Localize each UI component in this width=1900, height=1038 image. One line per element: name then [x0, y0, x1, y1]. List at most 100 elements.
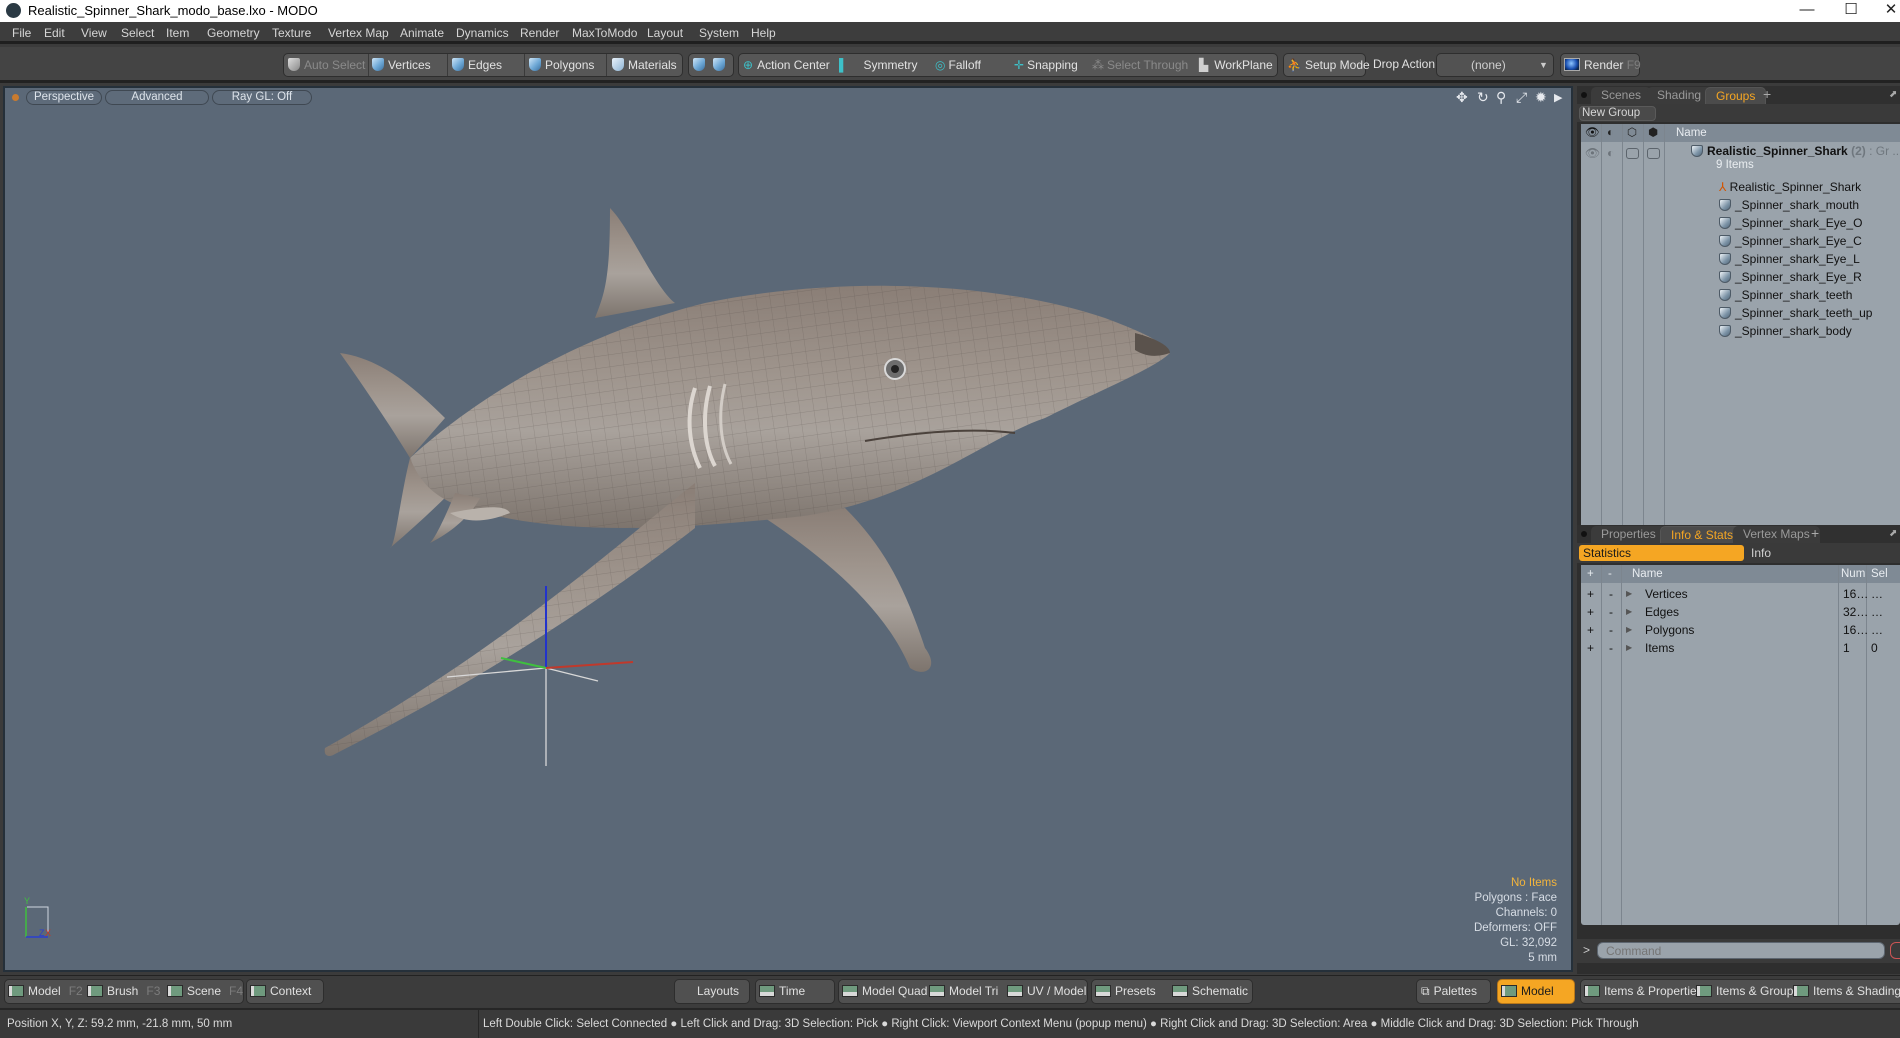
- select-through-button[interactable]: ⁂ Select Through: [1092, 54, 1188, 76]
- panel-maximize-icon[interactable]: ⬈: [1889, 528, 1897, 539]
- list-item[interactable]: _Spinner_shark_teeth_up: [1719, 304, 1872, 322]
- table-row[interactable]: + - ▶ Vertices 16… …: [1581, 585, 1900, 603]
- layout-presets-button[interactable]: Presets: [1095, 980, 1156, 1003]
- layout-model-quad-button[interactable]: Model Quad: [842, 980, 927, 1003]
- drop-action-select[interactable]: (none) ▼: [1436, 53, 1554, 77]
- list-item[interactable]: _Spinner_shark_teeth: [1719, 286, 1852, 304]
- tab-shading[interactable]: Shading: [1647, 87, 1712, 104]
- render-button[interactable]: Render F9: [1560, 53, 1641, 77]
- crosshair-icon: ⊕: [743, 58, 754, 72]
- 3d-viewport[interactable]: Perspective Advanced Ray GL: Off ✥ ↻ ⚲ ⤢…: [3, 86, 1573, 972]
- workplane-button[interactable]: ▙ WorkPlane: [1199, 54, 1273, 76]
- expand-arrow-icon[interactable]: ▶: [1626, 621, 1632, 639]
- expand-arrow-icon[interactable]: ▶: [1626, 603, 1632, 621]
- auto-select-button[interactable]: Auto Select: [288, 54, 365, 76]
- group-render-icon[interactable]: ◐: [1607, 146, 1614, 160]
- menu-help[interactable]: Help: [751, 26, 776, 40]
- layout-items-shading-button[interactable]: Items & Shading: [1793, 980, 1900, 1003]
- menu-view[interactable]: View: [81, 26, 107, 40]
- menu-edit[interactable]: Edit: [44, 26, 65, 40]
- tab-scenes[interactable]: Scenes: [1591, 87, 1652, 104]
- snapping-button[interactable]: ✛ Snapping: [1014, 54, 1078, 76]
- menu-texture[interactable]: Texture: [272, 26, 311, 40]
- table-row[interactable]: + - ▶ Edges 32… …: [1581, 603, 1900, 621]
- vertices-button[interactable]: Vertices: [372, 54, 431, 76]
- minimize-button[interactable]: —: [1784, 0, 1830, 22]
- expand-arrow-icon[interactable]: ▶: [1626, 585, 1632, 603]
- edges-button[interactable]: Edges: [452, 54, 502, 76]
- menu-dynamics[interactable]: Dynamics: [456, 26, 509, 40]
- layout-scene-button[interactable]: Scene F4: [167, 980, 243, 1003]
- layout-items-groups-button[interactable]: Items & Groups: [1696, 980, 1799, 1003]
- table-row[interactable]: + - ▶ Items 1 0: [1581, 639, 1900, 657]
- menu-maxtomodo[interactable]: MaxToModo: [572, 26, 637, 40]
- layouts-button[interactable]: Layouts: [674, 979, 750, 1004]
- falloff-button[interactable]: ◎ Falloff: [935, 54, 981, 76]
- group-select-toggle[interactable]: [1647, 148, 1660, 159]
- item-transform-button[interactable]: [693, 54, 709, 76]
- new-group-button[interactable]: New Group: [1579, 106, 1656, 121]
- menu-render[interactable]: Render: [520, 26, 559, 40]
- group-row[interactable]: 👁 ◐ Realistic_Spinner_Shark (2) : Gr ...…: [1581, 144, 1900, 176]
- expand-arrow-icon[interactable]: ▶: [1626, 639, 1632, 657]
- palettes-button[interactable]: ⧉ Palettes: [1416, 979, 1491, 1004]
- menu-system[interactable]: System: [699, 26, 739, 40]
- subtab-statistics[interactable]: Statistics: [1579, 545, 1744, 561]
- layout-items-properties-button[interactable]: Items & Properties: [1584, 980, 1703, 1003]
- command-bar: >: [1577, 939, 1900, 963]
- list-item[interactable]: _Spinner_shark_mouth: [1719, 196, 1859, 214]
- layout-icon: [1172, 985, 1188, 997]
- mesh-icon: [1719, 271, 1731, 283]
- list-item[interactable]: _Spinner_shark_Eye_C: [1719, 232, 1862, 250]
- select-column-icon[interactable]: ⬢: [1648, 124, 1658, 142]
- action-center-button[interactable]: ⊕ Action Center: [743, 54, 830, 76]
- group-lock-toggle[interactable]: [1626, 148, 1639, 159]
- command-input[interactable]: [1597, 942, 1885, 959]
- polygons-button[interactable]: Polygons: [529, 54, 594, 76]
- groups-list-header: 👁 ◐ ⬡ ⬢ Name: [1581, 124, 1900, 142]
- close-button[interactable]: ✕: [1868, 0, 1900, 22]
- menu-layout[interactable]: Layout: [647, 26, 683, 40]
- layout-model-tri-button[interactable]: Model Tri: [929, 980, 998, 1003]
- add-tab-icon[interactable]: +: [1811, 525, 1819, 541]
- menu-animate[interactable]: Animate: [400, 26, 444, 40]
- menu-vertex-map[interactable]: Vertex Map: [328, 26, 389, 40]
- tab-info-stats[interactable]: Info & Stats: [1660, 526, 1745, 543]
- table-row[interactable]: + - ▶ Polygons 16… …: [1581, 621, 1900, 639]
- list-item[interactable]: ⅄ Realistic_Spinner_Shark: [1719, 178, 1861, 196]
- panel-menu-dot[interactable]: [1581, 92, 1587, 98]
- materials-button[interactable]: Materials: [612, 54, 677, 76]
- layout-model-active-button[interactable]: Model: [1497, 979, 1575, 1004]
- layout-brush-button[interactable]: Brush F3: [87, 980, 160, 1003]
- element-transform-button[interactable]: [713, 54, 729, 76]
- layout-schematic-button[interactable]: Schematic: [1172, 980, 1248, 1003]
- layout-model-button[interactable]: Model F2: [8, 980, 83, 1003]
- list-item[interactable]: _Spinner_shark_Eye_R: [1719, 268, 1862, 286]
- menu-item[interactable]: Item: [166, 26, 189, 40]
- visibility-column-icon[interactable]: 👁: [1585, 124, 1600, 142]
- lock-column-icon[interactable]: ⬡: [1627, 124, 1637, 142]
- tab-vertex-maps[interactable]: Vertex Maps: [1733, 526, 1820, 543]
- symmetry-button[interactable]: ▌ Symmetry: [839, 54, 918, 76]
- group-visibility-icon[interactable]: 👁: [1585, 146, 1600, 160]
- tab-properties[interactable]: Properties: [1591, 526, 1666, 543]
- menu-file[interactable]: File: [12, 26, 31, 40]
- panel-maximize-icon[interactable]: ⬈: [1889, 89, 1897, 100]
- list-item[interactable]: _Spinner_shark_Eye_L: [1719, 250, 1860, 268]
- command-history-button[interactable]: [1890, 942, 1900, 959]
- menu-select[interactable]: Select: [121, 26, 154, 40]
- setup-mode-button[interactable]: ⛹ Setup Mode: [1287, 54, 1370, 76]
- layout-uv-model-button[interactable]: UV / Model: [1007, 980, 1086, 1003]
- list-item[interactable]: _Spinner_shark_body: [1719, 322, 1852, 340]
- render-column-icon[interactable]: ◐: [1607, 124, 1614, 142]
- collapse-all-button[interactable]: -: [1608, 565, 1612, 583]
- layout-time-button[interactable]: Time: [755, 979, 835, 1004]
- layout-context-button[interactable]: Context: [246, 979, 324, 1004]
- expand-all-button[interactable]: +: [1587, 565, 1594, 583]
- panel-menu-dot[interactable]: [1581, 531, 1587, 537]
- add-tab-icon[interactable]: +: [1763, 86, 1771, 102]
- menu-geometry[interactable]: Geometry: [207, 26, 260, 40]
- list-item[interactable]: _Spinner_shark_Eye_O: [1719, 214, 1862, 232]
- subtab-info[interactable]: Info: [1751, 545, 1771, 561]
- tab-groups[interactable]: Groups: [1705, 87, 1767, 104]
